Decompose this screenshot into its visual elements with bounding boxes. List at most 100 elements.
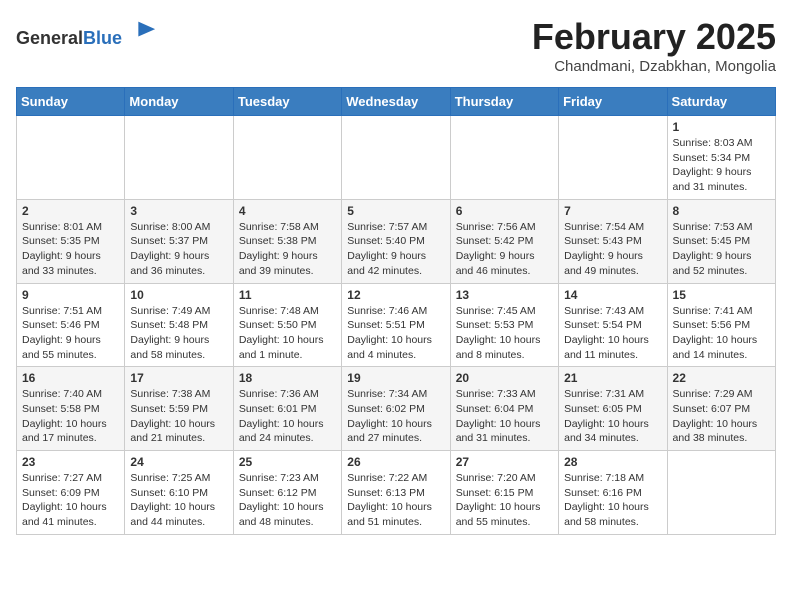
calendar-cell: 3 Sunrise: 8:00 AM Sunset: 5:37 PM Daylig… (125, 199, 233, 283)
calendar-cell (17, 116, 125, 200)
day-number: 7 (564, 204, 661, 218)
day-info: Sunrise: 7:25 AM Sunset: 6:10 PM Dayligh… (130, 471, 227, 530)
calendar-week-row: 16Sunrise: 7:40 AM Sunset: 5:58 PM Dayli… (17, 367, 776, 451)
location: Chandmani, Dzabkhan, Mongolia (532, 58, 776, 75)
day-number: 25 (239, 455, 336, 469)
day-number: 23 (22, 455, 119, 469)
day-number: 28 (564, 455, 661, 469)
calendar-table: SundayMondayTuesdayWednesdayThursdayFrid… (16, 87, 776, 535)
calendar-cell: 19 Sunrise: 7:34 AM Sunset: 6:02 PM Dayli… (342, 367, 450, 451)
calendar-cell (342, 116, 450, 200)
day-info: Sunrise: 7:22 AM Sunset: 6:13 PM Dayligh… (347, 471, 444, 530)
day-number: 13 (456, 288, 553, 302)
day-info: Sunrise: 8:03 AM Sunset: 5:34 PM Dayligh… (673, 136, 770, 195)
day-info: Sunrise: 7:57 AM Sunset: 5:40 PM Dayligh… (347, 220, 444, 279)
calendar-cell: 28 Sunrise: 7:18 AM Sunset: 6:16 PM Dayli… (559, 451, 667, 535)
page-header: GeneralBlue February 2025 Chandmani, Dza… (16, 16, 776, 75)
day-number: 8 (673, 204, 770, 218)
logo-icon (129, 16, 157, 44)
day-number: 16 (22, 371, 119, 385)
day-number: 9 (22, 288, 119, 302)
day-info: Sunrise: 7:33 AM Sunset: 6:04 PM Dayligh… (456, 387, 553, 446)
day-number: 20 (456, 371, 553, 385)
day-info: Sunrise: 7:43 AM Sunset: 5:54 PM Dayligh… (564, 304, 661, 363)
day-number: 26 (347, 455, 444, 469)
calendar-cell: 18 Sunrise: 7:36 AM Sunset: 6:01 PM Dayli… (233, 367, 341, 451)
calendar-cell: 10 Sunrise: 7:49 AM Sunset: 5:48 PM Dayli… (125, 283, 233, 367)
weekday-header: Monday (125, 88, 233, 116)
day-info: Sunrise: 8:01 AM Sunset: 5:35 PM Dayligh… (22, 220, 119, 279)
calendar-week-row: 1 Sunrise: 8:03 AM Sunset: 5:34 PM Daylig… (17, 116, 776, 200)
calendar-cell: 7 Sunrise: 7:54 AM Sunset: 5:43 PM Daylig… (559, 199, 667, 283)
calendar-week-row: 2Sunrise: 8:01 AM Sunset: 5:35 PM Daylig… (17, 199, 776, 283)
calendar-header-row: SundayMondayTuesdayWednesdayThursdayFrid… (17, 88, 776, 116)
day-number: 24 (130, 455, 227, 469)
weekday-header: Saturday (667, 88, 775, 116)
weekday-header: Friday (559, 88, 667, 116)
month-title: February 2025 (532, 16, 776, 58)
day-info: Sunrise: 7:27 AM Sunset: 6:09 PM Dayligh… (22, 471, 119, 530)
calendar-cell: 25 Sunrise: 7:23 AM Sunset: 6:12 PM Dayli… (233, 451, 341, 535)
calendar-cell (450, 116, 558, 200)
logo: GeneralBlue (16, 16, 157, 49)
logo-general: General (16, 28, 83, 48)
day-number: 10 (130, 288, 227, 302)
day-info: Sunrise: 7:45 AM Sunset: 5:53 PM Dayligh… (456, 304, 553, 363)
day-info: Sunrise: 7:56 AM Sunset: 5:42 PM Dayligh… (456, 220, 553, 279)
day-info: Sunrise: 7:48 AM Sunset: 5:50 PM Dayligh… (239, 304, 336, 363)
calendar-cell (667, 451, 775, 535)
day-info: Sunrise: 7:34 AM Sunset: 6:02 PM Dayligh… (347, 387, 444, 446)
calendar-cell: 14 Sunrise: 7:43 AM Sunset: 5:54 PM Dayli… (559, 283, 667, 367)
logo-blue: Blue (83, 28, 122, 48)
calendar-cell: 16Sunrise: 7:40 AM Sunset: 5:58 PM Dayli… (17, 367, 125, 451)
day-info: Sunrise: 7:51 AM Sunset: 5:46 PM Dayligh… (22, 304, 119, 363)
day-number: 11 (239, 288, 336, 302)
day-number: 3 (130, 204, 227, 218)
calendar-cell: 13 Sunrise: 7:45 AM Sunset: 5:53 PM Dayli… (450, 283, 558, 367)
calendar-cell (233, 116, 341, 200)
calendar-cell: 15Sunrise: 7:41 AM Sunset: 5:56 PM Dayli… (667, 283, 775, 367)
day-number: 18 (239, 371, 336, 385)
day-number: 27 (456, 455, 553, 469)
calendar-cell: 23 Sunrise: 7:27 AM Sunset: 6:09 PM Dayli… (17, 451, 125, 535)
weekday-header: Tuesday (233, 88, 341, 116)
weekday-header: Wednesday (342, 88, 450, 116)
calendar-cell: 9 Sunrise: 7:51 AM Sunset: 5:46 PM Daylig… (17, 283, 125, 367)
day-number: 17 (130, 371, 227, 385)
day-info: Sunrise: 7:41 AM Sunset: 5:56 PM Dayligh… (673, 304, 770, 363)
calendar-cell: 8 Sunrise: 7:53 AM Sunset: 5:45 PM Daylig… (667, 199, 775, 283)
day-number: 12 (347, 288, 444, 302)
calendar-cell: 5Sunrise: 7:57 AM Sunset: 5:40 PM Daylig… (342, 199, 450, 283)
calendar-week-row: 9 Sunrise: 7:51 AM Sunset: 5:46 PM Daylig… (17, 283, 776, 367)
calendar-cell: 27Sunrise: 7:20 AM Sunset: 6:15 PM Dayli… (450, 451, 558, 535)
day-number: 21 (564, 371, 661, 385)
day-info: Sunrise: 7:58 AM Sunset: 5:38 PM Dayligh… (239, 220, 336, 279)
day-info: Sunrise: 7:53 AM Sunset: 5:45 PM Dayligh… (673, 220, 770, 279)
day-info: Sunrise: 7:49 AM Sunset: 5:48 PM Dayligh… (130, 304, 227, 363)
weekday-header: Sunday (17, 88, 125, 116)
calendar-cell: 21 Sunrise: 7:31 AM Sunset: 6:05 PM Dayli… (559, 367, 667, 451)
calendar-cell: 20 Sunrise: 7:33 AM Sunset: 6:04 PM Dayli… (450, 367, 558, 451)
day-info: Sunrise: 7:23 AM Sunset: 6:12 PM Dayligh… (239, 471, 336, 530)
day-info: Sunrise: 7:18 AM Sunset: 6:16 PM Dayligh… (564, 471, 661, 530)
day-info: Sunrise: 7:36 AM Sunset: 6:01 PM Dayligh… (239, 387, 336, 446)
day-info: Sunrise: 7:54 AM Sunset: 5:43 PM Dayligh… (564, 220, 661, 279)
day-info: Sunrise: 7:29 AM Sunset: 6:07 PM Dayligh… (673, 387, 770, 446)
calendar-cell (559, 116, 667, 200)
day-number: 19 (347, 371, 444, 385)
day-info: Sunrise: 7:31 AM Sunset: 6:05 PM Dayligh… (564, 387, 661, 446)
calendar-cell: 24 Sunrise: 7:25 AM Sunset: 6:10 PM Dayli… (125, 451, 233, 535)
calendar-cell: 22 Sunrise: 7:29 AM Sunset: 6:07 PM Dayli… (667, 367, 775, 451)
day-number: 6 (456, 204, 553, 218)
day-info: Sunrise: 8:00 AM Sunset: 5:37 PM Dayligh… (130, 220, 227, 279)
day-info: Sunrise: 7:38 AM Sunset: 5:59 PM Dayligh… (130, 387, 227, 446)
title-block: February 2025 Chandmani, Dzabkhan, Mongo… (532, 16, 776, 75)
day-number: 22 (673, 371, 770, 385)
calendar-week-row: 23 Sunrise: 7:27 AM Sunset: 6:09 PM Dayli… (17, 451, 776, 535)
day-number: 14 (564, 288, 661, 302)
calendar-cell: 12Sunrise: 7:46 AM Sunset: 5:51 PM Dayli… (342, 283, 450, 367)
calendar-cell: 17 Sunrise: 7:38 AM Sunset: 5:59 PM Dayli… (125, 367, 233, 451)
calendar-cell: 4 Sunrise: 7:58 AM Sunset: 5:38 PM Daylig… (233, 199, 341, 283)
day-number: 4 (239, 204, 336, 218)
day-number: 1 (673, 120, 770, 134)
